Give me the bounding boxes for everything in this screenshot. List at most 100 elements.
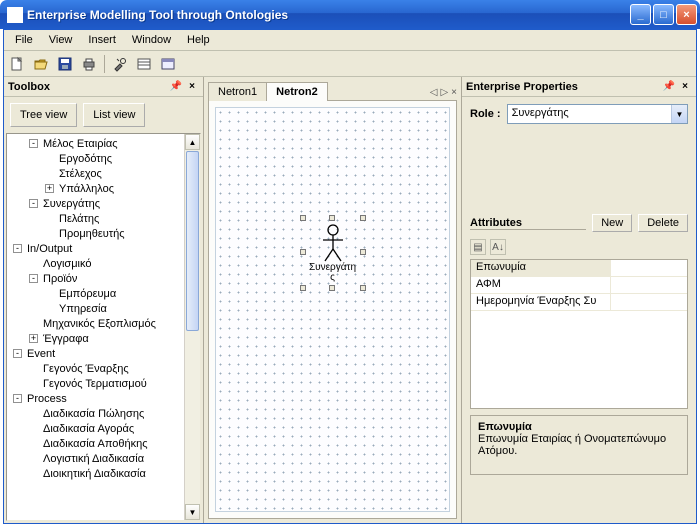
close-panel-icon[interactable]: × bbox=[678, 80, 692, 94]
tools-icon[interactable] bbox=[111, 55, 129, 73]
new-button[interactable]: New bbox=[592, 214, 632, 232]
attributes-label: Attributes bbox=[470, 217, 586, 230]
tree-item[interactable]: -Μέλος Εταιρίας bbox=[7, 136, 200, 151]
chevron-down-icon[interactable]: ▼ bbox=[671, 105, 687, 123]
collapse-icon[interactable]: - bbox=[29, 139, 38, 148]
tree-item[interactable]: -Process bbox=[7, 391, 200, 406]
property-description: Επωνυμία Επωνυμία Εταιρίας ή Ονοματεπώνυ… bbox=[470, 415, 688, 475]
tree-item[interactable]: -Συνεργάτης bbox=[7, 196, 200, 211]
treeview-button[interactable]: Tree view bbox=[10, 103, 77, 127]
tree-item-label: Διαδικασία Αποθήκης bbox=[41, 438, 150, 450]
canvas-wrap: Συνεργάτης bbox=[208, 101, 457, 519]
sort-az-icon[interactable]: A↓ bbox=[490, 239, 506, 255]
tree-item[interactable]: Λογισμικό bbox=[7, 256, 200, 271]
property-row[interactable]: Ημερομηνία Έναρξης Συ bbox=[471, 294, 687, 311]
tree-item[interactable]: Γεγονός Τερματισμού bbox=[7, 376, 200, 391]
canvas-panel: Netron1Netron2 ◁▷× bbox=[204, 77, 462, 523]
tree-item[interactable]: Εργοδότης bbox=[7, 151, 200, 166]
property-row[interactable]: Επωνυμία bbox=[471, 260, 687, 277]
tree-item[interactable]: Εμπόρευμα bbox=[7, 286, 200, 301]
expand-icon[interactable]: + bbox=[29, 334, 38, 343]
prev-tab-icon[interactable]: ◁ bbox=[430, 87, 438, 98]
collapse-icon[interactable]: - bbox=[13, 244, 22, 253]
tree-item[interactable]: -In/Output bbox=[7, 241, 200, 256]
toolbox-tree[interactable]: -Μέλος ΕταιρίαςΕργοδότηςΣτέλεχος+Υπάλληλ… bbox=[6, 133, 201, 521]
design-canvas[interactable]: Συνεργάτης bbox=[215, 107, 450, 512]
tree-item[interactable]: Διαδικασία Πώλησης bbox=[7, 406, 200, 421]
window-title: Enterprise Modelling Tool through Ontolo… bbox=[27, 8, 630, 22]
expand-icon[interactable]: + bbox=[45, 184, 54, 193]
print-icon[interactable] bbox=[80, 55, 98, 73]
menu-view[interactable]: View bbox=[42, 32, 80, 48]
tree-item[interactable]: Λογιστική Διαδικασία bbox=[7, 451, 200, 466]
collapse-icon[interactable]: - bbox=[13, 349, 22, 358]
open-icon[interactable] bbox=[32, 55, 50, 73]
tree-item[interactable]: Προμηθευτής bbox=[7, 226, 200, 241]
tree-item[interactable]: Μηχανικός Εξοπλισμός bbox=[7, 316, 200, 331]
minimize-button[interactable]: _ bbox=[630, 4, 651, 25]
toolbox-header: Toolbox 📌 × bbox=[4, 77, 203, 97]
tree-item[interactable]: -Event bbox=[7, 346, 200, 361]
pin-icon[interactable]: 📌 bbox=[662, 80, 676, 94]
close-tab-icon[interactable]: × bbox=[451, 87, 457, 98]
property-value[interactable] bbox=[611, 277, 687, 293]
property-grid[interactable]: ΕπωνυμίαΑΦΜΗμερομηνία Έναρξης Συ bbox=[470, 259, 688, 409]
tree-item[interactable]: Διαδικασία Αποθήκης bbox=[7, 436, 200, 451]
property-key: Ημερομηνία Έναρξης Συ bbox=[471, 294, 611, 310]
menu-bar: File View Insert Window Help bbox=[4, 30, 696, 51]
tree-item-label: Έγγραφα bbox=[41, 333, 91, 345]
tree-item-label: Διαδικασία Πώλησης bbox=[41, 408, 146, 420]
tree-item[interactable]: Στέλεχος bbox=[7, 166, 200, 181]
property-key: ΑΦΜ bbox=[471, 277, 611, 293]
tree-item-label: Εργοδότης bbox=[57, 153, 114, 165]
tree-item-label: Υπάλληλος bbox=[57, 183, 116, 195]
collapse-icon[interactable]: - bbox=[13, 394, 22, 403]
collapse-icon[interactable]: - bbox=[29, 199, 38, 208]
next-tab-icon[interactable]: ▷ bbox=[440, 87, 448, 98]
tree-item[interactable]: -Προϊόν bbox=[7, 271, 200, 286]
property-key: Επωνυμία bbox=[471, 260, 611, 276]
close-button[interactable]: × bbox=[676, 4, 697, 25]
tree-item-label: Υπηρεσία bbox=[57, 303, 109, 315]
menu-help[interactable]: Help bbox=[180, 32, 217, 48]
properties-panel: Enterprise Properties 📌 × Role : Συνεργά… bbox=[462, 77, 696, 523]
property-row[interactable]: ΑΦΜ bbox=[471, 277, 687, 294]
tree-item[interactable]: Διοικητική Διαδικασία bbox=[7, 466, 200, 481]
delete-button[interactable]: Delete bbox=[638, 214, 688, 232]
listview-button[interactable]: List view bbox=[83, 103, 145, 127]
tree-item-label: Λογισμικό bbox=[41, 258, 93, 270]
property-value[interactable] bbox=[611, 260, 687, 276]
tree-item[interactable]: Πελάτης bbox=[7, 211, 200, 226]
pin-icon[interactable]: 📌 bbox=[169, 80, 183, 94]
close-panel-icon[interactable]: × bbox=[185, 80, 199, 94]
icon-toolbar bbox=[4, 51, 696, 77]
tree-item[interactable]: Υπηρεσία bbox=[7, 301, 200, 316]
tree-item-label: Συνεργάτης bbox=[41, 198, 102, 210]
property-value[interactable] bbox=[611, 294, 687, 310]
role-select[interactable]: Συνεργάτης ▼ bbox=[507, 104, 688, 124]
window-icon[interactable] bbox=[159, 55, 177, 73]
menu-window[interactable]: Window bbox=[125, 32, 178, 48]
desc-title: Επωνυμία bbox=[478, 421, 680, 433]
canvas-tabs: Netron1Netron2 ◁▷× bbox=[208, 81, 457, 101]
menu-insert[interactable]: Insert bbox=[81, 32, 123, 48]
tree-item[interactable]: +Υπάλληλος bbox=[7, 181, 200, 196]
tree-item[interactable]: Διαδικασία Αγοράς bbox=[7, 421, 200, 436]
tree-item[interactable]: +Έγγραφα bbox=[7, 331, 200, 346]
desc-text: Επωνυμία Εταιρίας ή Ονοματεπώνυμο Ατόμου… bbox=[478, 433, 680, 457]
actor-label: Συνεργάτης bbox=[308, 263, 358, 283]
actor-shape[interactable]: Συνεργάτης bbox=[308, 223, 358, 283]
save-icon[interactable] bbox=[56, 55, 74, 73]
tree-item-label: Στέλεχος bbox=[57, 168, 104, 180]
new-icon[interactable] bbox=[8, 55, 26, 73]
maximize-button[interactable]: □ bbox=[653, 4, 674, 25]
menu-file[interactable]: File bbox=[8, 32, 40, 48]
categorized-icon[interactable]: ▤ bbox=[470, 239, 486, 255]
properties-icon[interactable] bbox=[135, 55, 153, 73]
properties-header: Enterprise Properties 📌 × bbox=[462, 77, 696, 97]
collapse-icon[interactable]: - bbox=[29, 274, 38, 283]
canvas-tab[interactable]: Netron1 bbox=[208, 82, 267, 101]
canvas-tab[interactable]: Netron2 bbox=[266, 82, 328, 101]
scrollbar[interactable]: ▲▼ bbox=[184, 134, 200, 520]
tree-item[interactable]: Γεγονός Έναρξης bbox=[7, 361, 200, 376]
